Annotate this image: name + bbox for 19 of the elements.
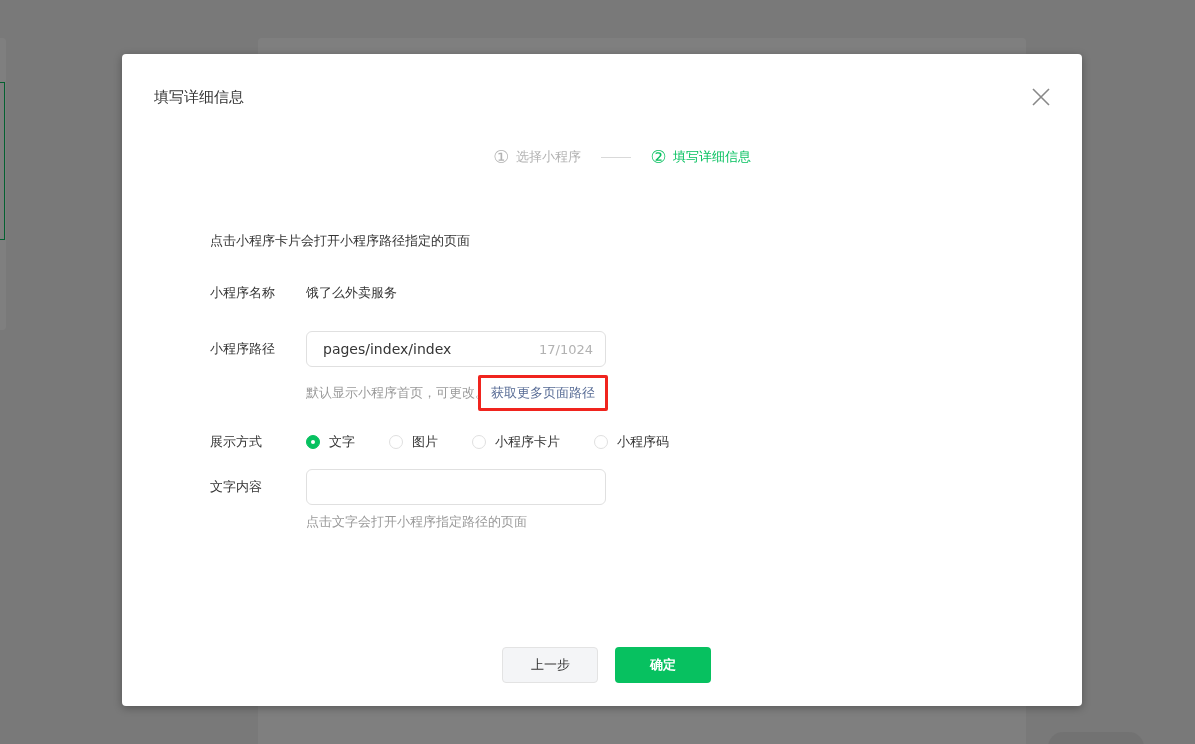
field-value: 饿了么外卖服务 xyxy=(306,284,397,302)
text-field[interactable] xyxy=(306,469,606,505)
back-button[interactable]: 上一步 xyxy=(502,647,598,683)
link[interactable]: 获取更多页面路径 xyxy=(478,375,608,411)
radio-option[interactable]: 小程序码 xyxy=(594,433,669,451)
hint-text: 点击文字会打开小程序指定路径的页面 xyxy=(306,513,527,531)
step: ① 选择小程序 xyxy=(493,148,581,166)
radio-option[interactable]: 图片 xyxy=(389,433,438,451)
text-field[interactable]: pages/index/index 17/1024 xyxy=(306,331,606,367)
field-label: 展示方式 xyxy=(210,433,263,451)
intro-text: 点击小程序卡片会打开小程序路径指定的页面 xyxy=(210,232,471,250)
radio-option[interactable]: 小程序卡片 xyxy=(472,433,560,451)
field-label: 小程序路径 xyxy=(210,340,276,358)
field-label: 小程序名称 xyxy=(210,284,276,302)
field-label: 文字内容 xyxy=(210,478,263,496)
close-icon[interactable] xyxy=(1031,87,1051,107)
radio-option[interactable]: 文字 xyxy=(306,433,355,451)
dialog-title: 填写详细信息 xyxy=(154,87,244,107)
step: ② 填写详细信息 xyxy=(650,148,751,166)
